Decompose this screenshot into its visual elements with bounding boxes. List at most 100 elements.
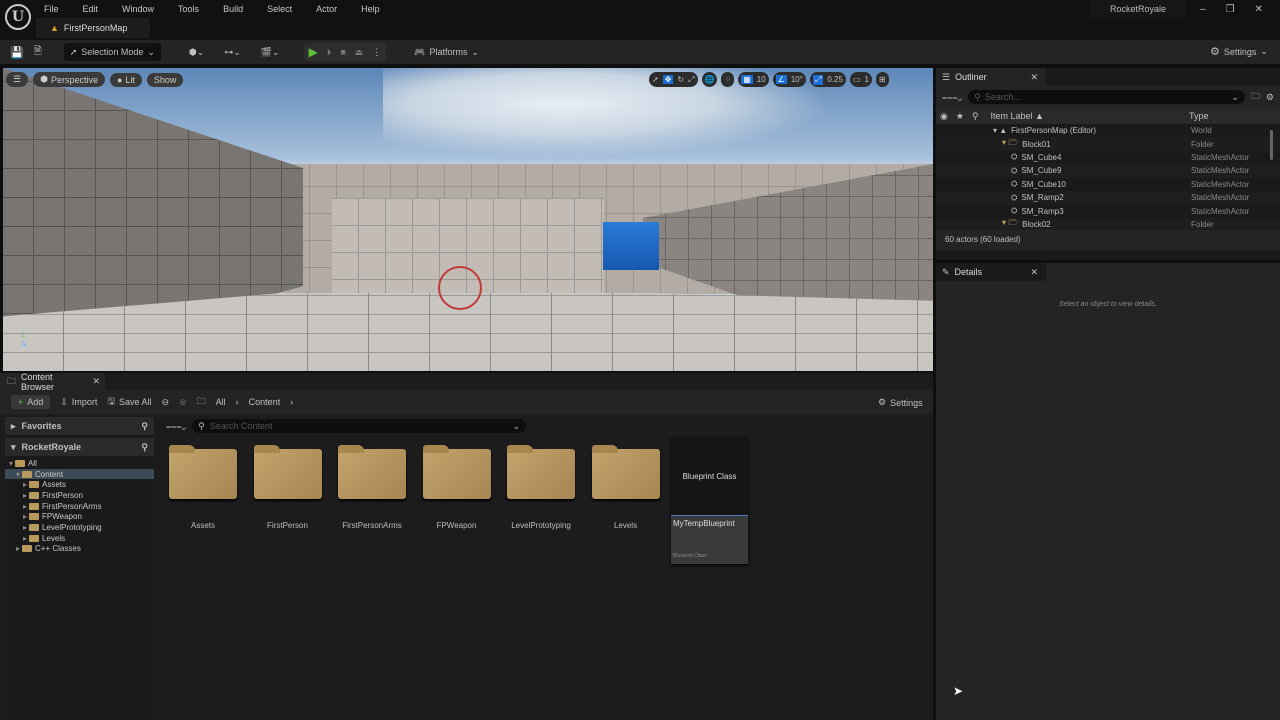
outliner-search-input[interactable]: ⚲ Search... ⌄ [968,90,1245,104]
content-settings-button[interactable]: ⚙ Settings [878,397,923,408]
pin-icon[interactable]: ⚲ [972,111,979,122]
rotation-snap[interactable]: ∠ 10° [772,72,806,87]
back-icon[interactable]: ⊖ [162,397,170,408]
viewport-menu-button[interactable]: ☰ [6,72,29,87]
axis-gizmo: z ↳ [21,330,28,348]
save-all-button[interactable]: 🖫 Save All [107,394,151,410]
menu-actor[interactable]: Actor [316,4,337,14]
menu-tools[interactable]: Tools [178,4,199,14]
folder-tile[interactable]: FirstPerson [253,445,323,530]
transform-tools: ➚ ✥ ↻ ⤢ [649,72,698,87]
minimize-button[interactable]: – [1200,4,1206,15]
folder-tree-item[interactable]: ▸ Assets [5,479,154,490]
outliner-row[interactable]: ⛭ SM_Cube4 StaticMeshActor [936,150,1280,165]
row-label: SM_Cube10 [1021,179,1066,189]
menu-build[interactable]: Build [223,4,243,14]
outliner-row[interactable]: ⛭ SM_Ramp2 StaticMeshActor [936,190,1280,205]
move-icon[interactable]: ✥ [662,75,674,84]
folder-icon [591,445,660,499]
filter-icon[interactable]: ⩶⌄ [942,92,962,103]
grid-snap[interactable]: ▦ 10 [738,72,769,87]
add-button[interactable]: + Add [11,395,51,409]
breadcrumb-all[interactable]: All [216,397,226,407]
folder-tree-item[interactable]: ▸ FirstPersonArms [5,501,154,512]
outliner-row[interactable]: ▾ 🗁 Block01 Folder [936,137,1280,151]
folder-tile[interactable]: LevelPrototyping [506,445,576,530]
outliner-row[interactable]: ⛭ SM_Ramp3 StaticMeshActor [936,204,1280,218]
settings-button[interactable]: ⚙ Settings ⌄ [1210,45,1268,58]
lit-button[interactable]: ● Lit [109,72,142,87]
select-icon[interactable]: ➚ [652,75,659,84]
col-item-label[interactable]: Item Label ▲ [991,111,1044,121]
favorites-section[interactable]: ▸ Favorites ⚲ [5,417,154,435]
folder-tile[interactable]: FPWeapon [422,445,492,530]
folder-tile[interactable]: Levels [591,445,661,530]
close-outliner-button[interactable]: ✕ [1030,72,1038,83]
folder-tile[interactable]: Assets [168,445,238,530]
world-local-toggle[interactable]: 🌐 [701,72,718,87]
camera-speed[interactable]: ▭ 1 [849,72,872,87]
add-folder-icon[interactable]: 🗀 [1251,89,1260,105]
menu-edit[interactable]: Edit [83,4,99,14]
menu-file[interactable]: File [44,4,59,14]
cinematics-icon[interactable]: 🎬⌄ [261,47,280,58]
forward-icon[interactable]: ⊕ [179,397,187,408]
show-button[interactable]: Show [146,72,184,87]
asset-tile-mytempblueprint[interactable]: Blueprint Class MyTempBlueprint Blueprin… [671,438,748,564]
search-icon[interactable]: ⚲ [141,421,148,432]
surface-snap-toggle[interactable]: ⁘ [721,72,735,87]
close-content-browser-button[interactable]: ✕ [92,376,100,387]
folder-tree-item[interactable]: ▾ All [5,458,154,469]
perspective-button[interactable]: ⬢ Perspective [33,72,105,87]
folder-tree-item[interactable]: ▸ Levels [5,533,154,544]
close-details-button[interactable]: ✕ [1030,267,1038,278]
folder-tile[interactable]: FirstPersonArms [337,445,407,530]
visibility-icon[interactable]: ◉ [940,111,948,122]
save-icon[interactable]: 💾 [10,46,24,59]
col-type[interactable]: Type [1189,111,1209,121]
platforms-button[interactable]: 🎮 Platforms ⌄ [414,47,479,58]
play-icon[interactable]: ▶ [309,45,318,59]
folder-icon [169,445,237,499]
eject-icon[interactable]: ⏏ [355,47,364,58]
step-icon[interactable]: ⏵ [327,47,332,58]
stop-icon[interactable]: ■ [340,47,345,57]
star-icon[interactable]: ★ [956,111,964,122]
save-icon: 🖫 [107,396,116,406]
blueprints-icon[interactable]: ⊶⌄ [224,47,241,58]
menu-help[interactable]: Help [361,4,380,14]
add-actor-icon[interactable]: ⬢⌄ [189,47,204,58]
rotate-icon[interactable]: ↻ [677,75,684,84]
weapon-pickup[interactable] [438,266,482,310]
breadcrumb-content[interactable]: Content [249,397,281,407]
close-window-button[interactable]: ✕ [1255,4,1263,15]
selection-mode-dropdown[interactable]: ➚ Selection Mode ⌄ [63,43,161,61]
filter-icon[interactable]: ⩶⌄ [166,421,186,432]
project-section[interactable]: ▾ RocketRoyale ⚲ [5,438,154,456]
folder-tree-item[interactable]: ▸ C++ Classes [5,544,154,555]
menu-window[interactable]: Window [122,4,154,14]
menu-select[interactable]: Select [267,4,292,14]
level-viewport[interactable]: z ↳ [3,68,933,371]
scale-icon[interactable]: ⤢ [688,75,694,85]
restore-button[interactable]: ❐ [1226,4,1235,15]
search-icon[interactable]: ⚲ [141,442,148,453]
browse-icon[interactable]: 🗎 [34,44,42,61]
outliner-row[interactable]: ⛭ SM_Cube10 StaticMeshActor [936,177,1280,191]
main-toolbar: 💾 🗎 ➚ Selection Mode ⌄ ⬢⌄ ⊶⌄ 🎬⌄ ▶ ⏵ ■ ⏏ ⋮ … [0,40,1280,64]
import-button[interactable]: ⇩ Import [60,397,97,408]
more-icon[interactable]: ⋮ [372,47,381,58]
outliner-row[interactable]: ▾ ▲ FirstPersonMap (Editor) World [936,124,1280,138]
folder-tree-item[interactable]: ▸ FirstPerson [5,490,154,501]
viewport-layout-button[interactable]: ⊞ [875,72,889,87]
folder-tree-item[interactable]: ▸ FPWeapon [5,511,154,522]
outliner-row[interactable]: ▾ 🗁 Block02 Folder [936,217,1280,230]
outliner-scrollbar[interactable] [1270,130,1273,160]
scale-snap[interactable]: ⤢ 0.25 [809,72,846,87]
outliner-settings-icon[interactable]: ⚙ [1266,92,1274,103]
outliner-row[interactable]: ⛭ SM_Cube9 StaticMeshActor [936,164,1280,178]
tab-firstpersonmap[interactable]: ▲ FirstPersonMap [36,18,150,38]
folder-tree-item[interactable]: ▾ Content [5,468,154,480]
folder-tree-item[interactable]: ▸ LevelPrototyping [5,522,154,533]
content-search-input[interactable]: ⚲ Search Content ⌄ [192,419,526,433]
